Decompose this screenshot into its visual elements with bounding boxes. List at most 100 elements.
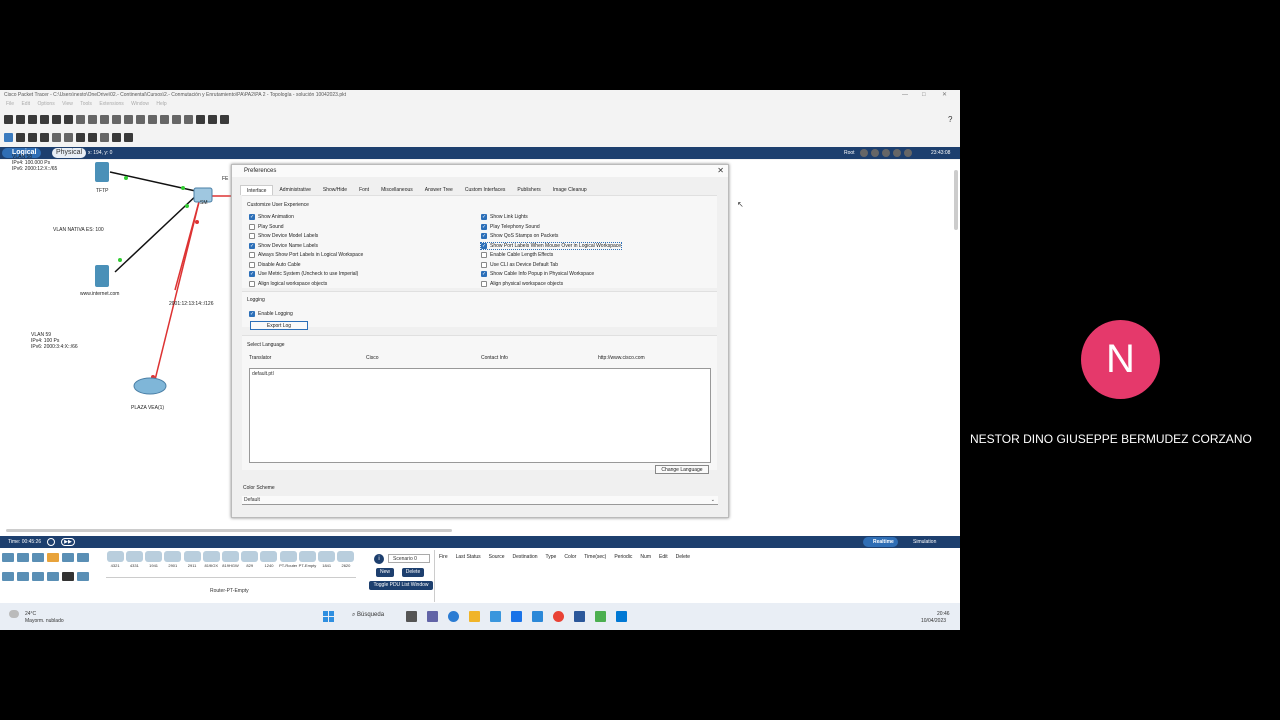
paste-icon[interactable] — [100, 114, 109, 124]
checkbox[interactable]: ✓ — [249, 311, 255, 317]
device-model-item[interactable]: 1941 — [144, 551, 163, 575]
menu-tools[interactable]: Tools — [80, 101, 92, 107]
connections-category-icon[interactable] — [32, 572, 44, 581]
delete-icon[interactable] — [28, 132, 37, 142]
device-model-item[interactable]: 2620 — [337, 551, 355, 575]
checkbox[interactable]: ✓ — [249, 271, 255, 277]
tab-show-hide[interactable]: Show/Hide — [317, 185, 353, 195]
option-device-name-labels[interactable]: ✓ Show Device Name Labels — [249, 243, 318, 249]
copy-icon[interactable] — [88, 114, 97, 124]
checkbox[interactable]: ✓ — [481, 243, 487, 249]
close-window-button[interactable]: ✕ — [942, 90, 947, 100]
horizontal-scrollbar[interactable] — [6, 529, 452, 532]
notepad-icon[interactable] — [616, 611, 627, 622]
viewport-icon[interactable] — [904, 149, 912, 157]
tab-font[interactable]: Font — [353, 185, 375, 195]
app-icon[interactable] — [532, 611, 543, 622]
tab-answer-tree[interactable]: Answer Tree — [419, 185, 459, 195]
save-icon[interactable] — [28, 114, 37, 124]
language-list[interactable]: default.ptl — [249, 368, 711, 463]
hubs-category-icon[interactable] — [32, 553, 44, 562]
notes-icon[interactable] — [196, 114, 205, 124]
power-cycle-icon[interactable] — [47, 538, 55, 546]
checkbox[interactable] — [249, 262, 255, 268]
delete-scenario-button[interactable]: Delete — [402, 568, 424, 577]
cluster-icon[interactable] — [871, 149, 879, 157]
option-enable-logging[interactable]: ✓ Enable Logging — [249, 311, 293, 317]
taskbar-search[interactable]: ⌕ Búsqueda — [352, 612, 384, 619]
checkbox[interactable]: ✓ — [481, 233, 487, 239]
switches-category-icon[interactable] — [17, 553, 29, 562]
info-icon[interactable] — [52, 114, 61, 124]
tftp-server-icon[interactable] — [95, 162, 109, 182]
realtime-button[interactable]: Realtime — [863, 537, 898, 547]
tab-miscellaneous[interactable]: Miscellaneous — [375, 185, 419, 195]
back-icon[interactable] — [860, 149, 868, 157]
misc-category-icon[interactable] — [47, 572, 59, 581]
add-complex-pdu-icon[interactable] — [124, 132, 133, 142]
scenario-select[interactable]: Scenario 0 — [388, 554, 430, 563]
option-telephony-sound[interactable]: ✓ Play Telephony Sound — [481, 224, 540, 230]
toggle-pdu-list-button[interactable]: Toggle PDU List Window — [369, 581, 433, 590]
root-label[interactable]: Root — [844, 147, 855, 159]
checkbox[interactable]: ✓ — [481, 224, 487, 230]
menu-help[interactable]: Help — [156, 101, 166, 107]
zoom-reset-icon[interactable] — [148, 114, 157, 124]
tab-image-cleanup[interactable]: Image Cleanup — [547, 185, 593, 195]
simulation-button[interactable]: Simulation — [913, 536, 936, 548]
image-icon[interactable] — [220, 114, 229, 124]
dialog-close-icon[interactable]: ✕ — [717, 165, 724, 177]
option-link-lights[interactable]: ✓ Show Link Lights — [481, 214, 528, 220]
custom-category-icon[interactable] — [77, 572, 89, 581]
checkbox[interactable] — [249, 224, 255, 230]
export-log-button[interactable]: Export Log — [250, 321, 308, 330]
tab-custom-interfaces[interactable]: Custom Interfaces — [459, 185, 512, 195]
view-icon[interactable] — [208, 114, 217, 124]
drawing-palette-icon[interactable] — [172, 114, 181, 124]
windows-start-icon[interactable] — [323, 611, 334, 622]
option-cable-info-popup[interactable]: ✓ Show Cable Info Popup in Physical Works… — [481, 271, 594, 277]
custom-device-icon[interactable] — [184, 114, 193, 124]
checkbox[interactable] — [481, 262, 487, 268]
device-model-item[interactable]: 1240 — [260, 551, 278, 575]
option-qos-stamps[interactable]: ✓ Show QoS Stamps on Packets — [481, 233, 558, 239]
checkbox[interactable]: ✓ — [249, 214, 255, 220]
checkbox[interactable] — [249, 233, 255, 239]
inspect-icon[interactable] — [16, 132, 25, 142]
zoom-in-icon[interactable] — [136, 114, 145, 124]
zoom-out-icon[interactable] — [160, 114, 169, 124]
draw-ellipse-icon[interactable] — [88, 132, 97, 142]
option-metric-system[interactable]: ✓ Use Metric System (Uncheck to use Imper… — [249, 271, 358, 277]
color-scheme-select[interactable]: Default ⌄ — [242, 496, 718, 505]
menu-edit[interactable]: Edit — [21, 101, 30, 107]
task-view-icon[interactable] — [406, 611, 417, 622]
network-icon[interactable] — [64, 114, 73, 124]
minimize-button[interactable]: — — [902, 90, 908, 100]
tab-administrative[interactable]: Administrative — [273, 185, 316, 195]
checkbox[interactable] — [249, 281, 255, 287]
freeform-icon[interactable] — [100, 132, 109, 142]
menu-window[interactable]: Window — [131, 101, 149, 107]
open-file-icon[interactable] — [16, 114, 25, 124]
components-category-icon[interactable] — [17, 572, 29, 581]
stats-app-icon[interactable] — [511, 611, 522, 622]
edge-icon[interactable] — [448, 611, 459, 622]
device-model-item[interactable]: 1841 — [318, 551, 336, 575]
option-always-port-labels[interactable]: Always Show Port Labels in Logical Works… — [249, 252, 363, 258]
place-note-icon[interactable] — [52, 132, 61, 142]
device-model-item[interactable]: 2911 — [183, 551, 201, 575]
redo-icon[interactable] — [124, 114, 133, 124]
checkbox[interactable] — [481, 252, 487, 258]
chrome-icon[interactable] — [553, 611, 564, 622]
device-model-item[interactable]: 829 — [241, 551, 259, 575]
option-cli-default[interactable]: Use CLI as Device Default Tab — [481, 262, 558, 268]
device-model-item[interactable]: 2901 — [164, 551, 182, 575]
device-model-item[interactable]: 4321 — [106, 551, 124, 575]
device-model-item[interactable]: PT-Empty — [298, 551, 316, 575]
maximize-button[interactable]: □ — [922, 90, 926, 100]
file-explorer-icon[interactable] — [469, 611, 480, 622]
option-align-physical[interactable]: Align physical workspace objects — [481, 281, 563, 287]
teams-icon[interactable] — [427, 611, 438, 622]
option-play-sound[interactable]: Play Sound — [249, 224, 284, 230]
draw-line-icon[interactable] — [64, 132, 73, 142]
